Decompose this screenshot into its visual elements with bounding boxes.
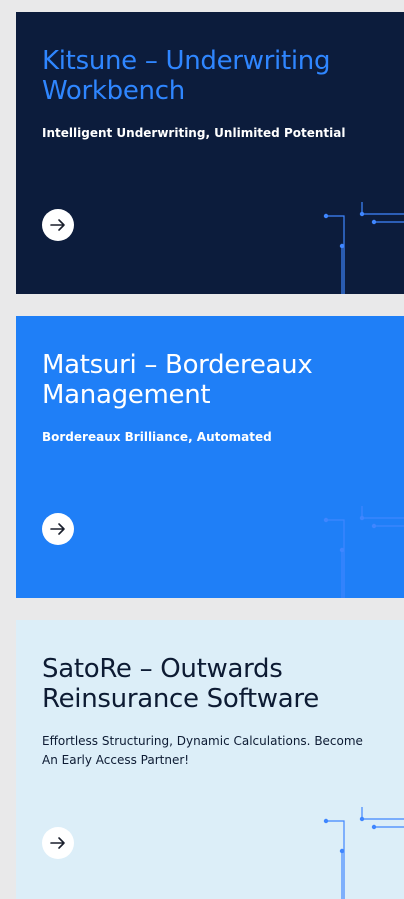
product-card-satore[interactable]: SatoRe – Outwards Reinsurance Software E…: [16, 620, 404, 899]
card-arrow-button[interactable]: [42, 827, 74, 859]
card-arrow-button[interactable]: [42, 209, 74, 241]
arrow-right-icon: [50, 219, 65, 231]
card-arrow-button[interactable]: [42, 513, 74, 545]
card-title: Kitsune – Underwriting Workbench: [42, 46, 331, 106]
card-title: SatoRe – Outwards Reinsurance Software: [42, 654, 319, 714]
card-title: Matsuri – Bordereaux Management: [42, 350, 313, 410]
card-subtitle: Intelligent Underwriting, Unlimited Pote…: [42, 126, 346, 140]
card-subtitle: Effortless Structuring, Dynamic Calculat…: [42, 734, 363, 767]
card-subtitle: Bordereaux Brilliance, Automated: [42, 430, 272, 444]
circuit-decoration-icon: [323, 506, 404, 598]
circuit-decoration-icon: [323, 202, 404, 294]
arrow-right-icon: [50, 523, 65, 535]
product-cards-page: Kitsune – Underwriting Workbench Intelli…: [0, 0, 404, 899]
arrow-right-icon: [50, 837, 65, 849]
circuit-decoration-icon: [323, 807, 404, 899]
product-card-kitsune[interactable]: Kitsune – Underwriting Workbench Intelli…: [16, 12, 404, 294]
product-card-matsuri[interactable]: Matsuri – Bordereaux Management Borderea…: [16, 316, 404, 598]
